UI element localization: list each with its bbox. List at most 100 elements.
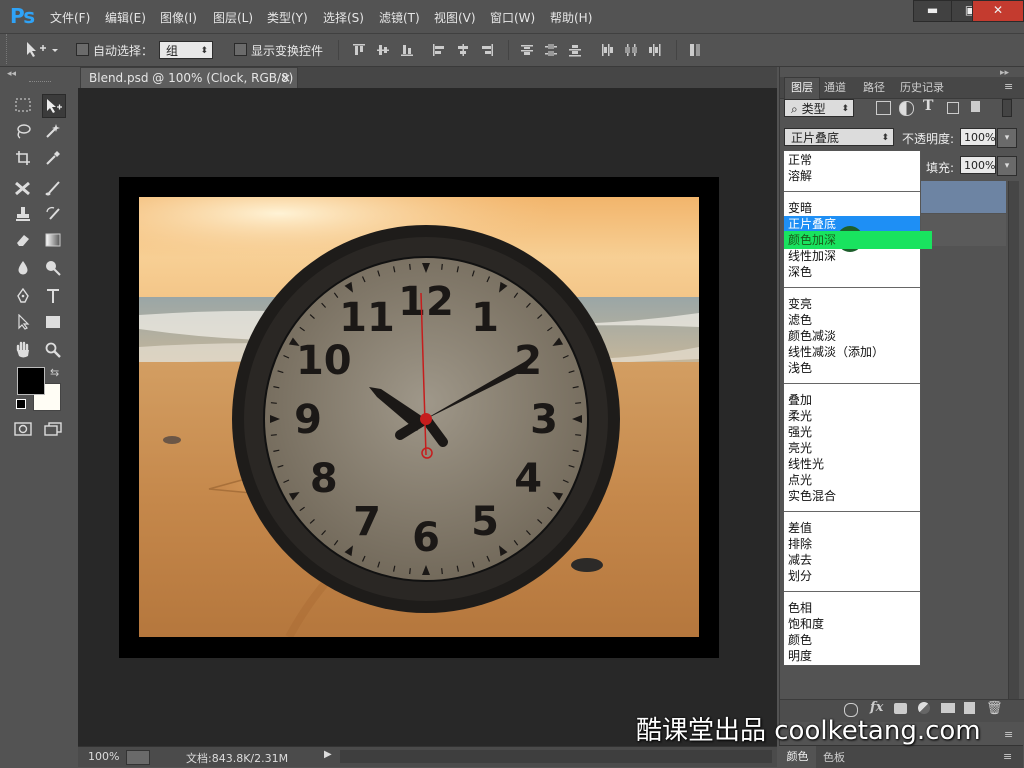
distribute-bottom-icon[interactable] (568, 43, 582, 57)
distribute-hcenter-icon[interactable] (624, 43, 638, 57)
tab-channels[interactable]: 通道 (824, 80, 846, 96)
zoom-level[interactable]: 100% (88, 750, 119, 763)
align-hcenter-icon[interactable] (456, 43, 470, 57)
blend-mode-option[interactable]: 溶解 (784, 168, 920, 184)
fill-input[interactable]: 100% (960, 156, 996, 174)
blend-mode-option[interactable]: 强光 (784, 424, 920, 440)
lasso-tool-icon[interactable] (12, 120, 34, 142)
menu-image[interactable]: 图像(I) (160, 9, 197, 26)
blend-mode-option[interactable]: 色相 (784, 600, 920, 616)
filter-adjustment-icon[interactable] (899, 101, 914, 116)
blend-mode-option[interactable]: 实色混合 (784, 488, 920, 504)
menu-edit[interactable]: 编辑(E) (105, 9, 146, 26)
spot-healing-tool-icon[interactable] (12, 177, 34, 199)
layer-filter-dropdown[interactable]: ⌕ 类型 ⬍ (784, 99, 854, 117)
align-bottom-icon[interactable] (400, 43, 414, 57)
opacity-slider-button[interactable]: ▾ (997, 128, 1017, 148)
blend-mode-option[interactable]: 正常 (784, 152, 920, 168)
horizontal-scrollbar[interactable] (340, 750, 772, 763)
hand-tool-icon[interactable] (12, 339, 34, 361)
default-colors-icon[interactable] (16, 399, 26, 409)
filter-type-icon[interactable]: T (923, 98, 933, 114)
magic-wand-tool-icon[interactable] (42, 120, 64, 142)
brush-tool-icon[interactable] (42, 177, 64, 199)
blend-mode-option[interactable]: 变亮 (784, 296, 920, 312)
close-button[interactable]: ✕ (972, 0, 1024, 22)
blend-mode-option[interactable]: 浅色 (784, 360, 920, 376)
crop-tool-icon[interactable] (12, 147, 34, 169)
dodge-tool-icon[interactable] (42, 257, 64, 279)
filter-toggle-switch[interactable] (1002, 99, 1012, 117)
auto-select-checkbox[interactable] (76, 43, 89, 56)
delete-layer-icon[interactable]: 🗑 (986, 701, 1003, 716)
tab-layers[interactable]: 图层 (784, 77, 820, 100)
align-top-icon[interactable] (352, 43, 366, 57)
status-menu-arrow-icon[interactable]: ▶ (324, 749, 332, 760)
move-tool-icon[interactable] (42, 94, 66, 118)
fill-slider-button[interactable]: ▾ (997, 156, 1017, 176)
blend-mode-option[interactable]: 颜色 (784, 632, 920, 648)
zoom-tool-icon[interactable] (42, 339, 64, 361)
collapse-arrows-icon[interactable]: ◂◂ (7, 69, 16, 79)
blend-mode-option[interactable]: 柔光 (784, 408, 920, 424)
distribute-top-icon[interactable] (520, 43, 534, 57)
blend-mode-option[interactable]: 划分 (784, 568, 920, 584)
blend-mode-option[interactable]: 线性光 (784, 456, 920, 472)
blend-mode-option[interactable]: 滤色 (784, 312, 920, 328)
minimize-button[interactable]: ▬ (913, 0, 952, 22)
screen-mode-icon[interactable] (42, 418, 64, 440)
opacity-input[interactable]: 100% (960, 128, 996, 146)
blend-mode-option[interactable]: 变暗 (784, 200, 920, 216)
marquee-tool-icon[interactable] (12, 94, 34, 116)
history-brush-tool-icon[interactable] (42, 203, 64, 225)
layers-scrollbar[interactable] (1008, 181, 1019, 701)
tab-history[interactable]: 历史记录 (900, 80, 944, 96)
blend-mode-option[interactable]: 线性减淡（添加） (784, 344, 920, 360)
align-vcenter-icon[interactable] (376, 43, 390, 57)
blur-tool-icon[interactable] (12, 257, 34, 279)
gradient-tool-icon[interactable] (42, 229, 64, 251)
filter-smart-object-icon[interactable] (971, 101, 980, 112)
quick-mask-icon[interactable] (12, 418, 34, 440)
menu-help[interactable]: 帮助(H) (550, 9, 592, 26)
panel-menu-icon[interactable]: ≡ (1004, 80, 1013, 93)
align-left-icon[interactable] (432, 43, 446, 57)
panel-menu-icon-3[interactable]: ≡ (1003, 750, 1012, 763)
menu-layer[interactable]: 图层(L) (213, 9, 253, 26)
blend-mode-option[interactable]: 颜色减淡 (784, 328, 920, 344)
filter-shape-icon[interactable] (947, 102, 959, 114)
type-tool-icon[interactable] (42, 285, 64, 307)
panel-menu-icon-2[interactable]: ≡ (1004, 728, 1013, 741)
clone-stamp-tool-icon[interactable] (12, 203, 34, 225)
eraser-tool-icon[interactable] (12, 229, 34, 251)
distribute-vcenter-icon[interactable] (544, 43, 558, 57)
tab-color[interactable]: 颜色 (779, 746, 816, 768)
path-selection-tool-icon[interactable] (12, 311, 34, 333)
blend-mode-option[interactable]: 深色 (784, 264, 920, 280)
menu-file[interactable]: 文件(F) (50, 9, 90, 26)
move-tool-preset-icon[interactable] (24, 40, 64, 63)
filter-pixel-icon[interactable] (876, 101, 891, 115)
tab-paths[interactable]: 路径 (863, 80, 885, 96)
blend-mode-option[interactable]: 叠加 (784, 392, 920, 408)
blend-mode-option[interactable]: 饱和度 (784, 616, 920, 632)
document-tab-close-icon[interactable]: × (281, 68, 291, 88)
status-options-icon[interactable] (126, 750, 150, 765)
menu-filter[interactable]: 滤镜(T) (379, 9, 420, 26)
show-transform-checkbox[interactable] (234, 43, 247, 56)
pen-tool-icon[interactable] (12, 285, 34, 307)
blend-mode-option[interactable]: 点光 (784, 472, 920, 488)
auto-align-icon[interactable] (688, 43, 702, 57)
rectangle-tool-icon[interactable] (42, 311, 64, 333)
blend-mode-option[interactable]: 排除 (784, 536, 920, 552)
blend-mode-option[interactable]: 明度 (784, 648, 920, 664)
menu-select[interactable]: 选择(S) (323, 9, 364, 26)
document-tab[interactable]: Blend.psd @ 100% (Clock, RGB/8) * × (80, 67, 298, 105)
blend-mode-option[interactable]: 颜色加深 (784, 231, 932, 249)
align-right-icon[interactable] (480, 43, 494, 57)
auto-select-dropdown[interactable]: 组 ⬍ (159, 41, 213, 59)
distribute-left-icon[interactable] (600, 43, 614, 57)
blend-mode-option[interactable]: 减去 (784, 552, 920, 568)
foreground-color-swatch[interactable] (17, 367, 45, 395)
document-canvas[interactable]: 121234567891011 (139, 197, 699, 637)
